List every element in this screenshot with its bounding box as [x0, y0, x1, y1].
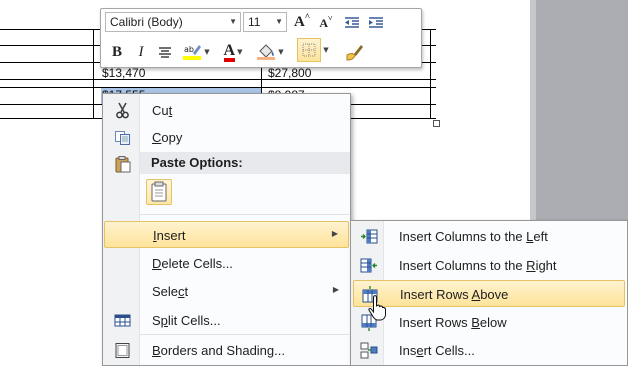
shrink-font-icon: A — [319, 15, 329, 30]
font-size-combo[interactable]: 11 ▼ — [243, 12, 287, 32]
bold-button[interactable]: B — [107, 41, 127, 63]
table-line — [0, 62, 101, 63]
submenu-item-insert-rows-below[interactable]: Insert Rows Below — [353, 309, 625, 336]
submenu-arrow-icon: ▶ — [331, 229, 338, 238]
highlight-button[interactable]: ab ▼ — [179, 41, 213, 63]
paste-options-header: Paste Options: — [140, 152, 350, 174]
table-cell[interactable]: $13,470 — [102, 66, 145, 80]
table-line — [420, 62, 436, 63]
font-color-button[interactable]: A ▼ — [217, 41, 249, 63]
menu-item-split-cells[interactable]: Split Cells... — [104, 307, 349, 334]
table-line — [93, 29, 94, 119]
font-size-value: 11 — [248, 15, 261, 29]
menu-item-label: Delete Cells... — [152, 256, 233, 271]
table-resize-handle[interactable] — [433, 120, 440, 127]
borders-icon — [302, 43, 316, 57]
table-line — [0, 29, 101, 30]
table-line — [0, 45, 101, 46]
copy-icon — [115, 131, 130, 145]
italic-icon: I — [138, 43, 144, 60]
format-painter-button[interactable] — [341, 41, 367, 63]
table-cell[interactable]: $27,800 — [268, 66, 311, 80]
shading-button[interactable]: ▼ — [253, 41, 287, 63]
table-line — [420, 45, 436, 46]
menu-item-borders-shading[interactable]: Borders and Shading... — [104, 337, 349, 364]
mouse-pointer-icon — [368, 295, 386, 321]
borders-button[interactable]: ▼ — [291, 38, 335, 62]
split-cells-icon — [114, 314, 131, 327]
decrease-indent-icon — [345, 17, 359, 28]
menu-separator — [140, 334, 349, 335]
menu-item-label: Copy — [152, 130, 183, 145]
menu-item-label: Select — [152, 284, 189, 299]
shrink-font-button[interactable]: A ˅ — [315, 12, 337, 34]
menu-item-copy[interactable]: Copy — [104, 124, 349, 151]
center-align-button[interactable] — [155, 41, 175, 63]
borders-shading-icon — [115, 343, 130, 358]
highlight-icon: ab — [183, 45, 202, 60]
paste-keep-formatting-icon — [151, 181, 167, 202]
decrease-indent-button[interactable] — [341, 12, 363, 34]
center-align-icon — [159, 46, 171, 58]
menu-item-label: Insert — [153, 228, 186, 243]
italic-button[interactable]: I — [131, 41, 151, 63]
chevron-down-icon[interactable]: ▼ — [229, 13, 237, 31]
submenu-item-label: Insert Rows Below — [399, 315, 507, 330]
grow-font-button[interactable]: A ˄ — [291, 11, 313, 33]
cut-icon — [116, 102, 129, 119]
submenu-item-label: Insert Columns to the Left — [399, 229, 548, 244]
menu-item-label: Borders and Shading... — [152, 343, 285, 358]
font-color-icon: A — [223, 42, 236, 62]
menu-item-label: Split Cells... — [152, 313, 221, 328]
insert-columns-right-icon — [360, 258, 377, 273]
submenu-item-label: Insert Cells... — [399, 343, 475, 358]
submenu-item-insert-columns-left[interactable]: Insert Columns to the Left — [353, 223, 625, 250]
submenu-item-insert-cells[interactable]: Insert Cells... — [353, 337, 625, 364]
table-line — [420, 29, 436, 30]
submenu-item-insert-rows-above[interactable]: Insert Rows Above — [353, 280, 625, 307]
mini-toolbar: Calibri (Body) ▼ 11 ▼ A ˄ A ˅ B I ab ▼ A ▼ ▼… — [100, 8, 422, 68]
paste-keep-formatting-button[interactable] — [146, 179, 172, 205]
font-name-combo[interactable]: Calibri (Body) ▼ — [105, 12, 241, 32]
context-menu: Cut Copy Paste Options: Insert ▶ Delete … — [102, 93, 351, 366]
submenu-item-label: Insert Columns to the Right — [399, 258, 557, 273]
grow-font-icon: A — [294, 13, 305, 30]
menu-item-insert[interactable]: Insert ▶ — [104, 221, 349, 248]
shading-icon — [257, 44, 276, 60]
paste-icon — [115, 156, 131, 173]
increase-indent-button[interactable] — [365, 12, 387, 34]
menu-item-label: Cut — [152, 103, 173, 118]
menu-item-cut[interactable]: Cut — [104, 97, 349, 124]
menu-separator — [140, 214, 349, 215]
table-line — [0, 79, 436, 80]
submenu-arrow-icon: ▶ — [332, 285, 339, 294]
insert-submenu: Insert Columns to the Left Insert Column… — [350, 220, 628, 366]
bold-icon: B — [111, 43, 122, 60]
font-name-value: Calibri (Body) — [110, 15, 183, 29]
insert-cells-icon — [360, 342, 378, 359]
svg-text:ab: ab — [184, 45, 194, 54]
submenu-item-insert-columns-right[interactable]: Insert Columns to the Right — [353, 252, 625, 279]
menu-item-select[interactable]: Select ▶ — [104, 278, 349, 305]
chevron-down-icon[interactable]: ▼ — [275, 13, 283, 31]
menu-item-delete-cells[interactable]: Delete Cells... — [104, 250, 349, 277]
format-painter-icon — [346, 45, 363, 61]
increase-indent-icon — [369, 17, 383, 28]
submenu-item-label: Insert Rows Above — [400, 287, 509, 302]
table-line — [430, 29, 431, 119]
insert-columns-left-icon — [361, 229, 378, 244]
